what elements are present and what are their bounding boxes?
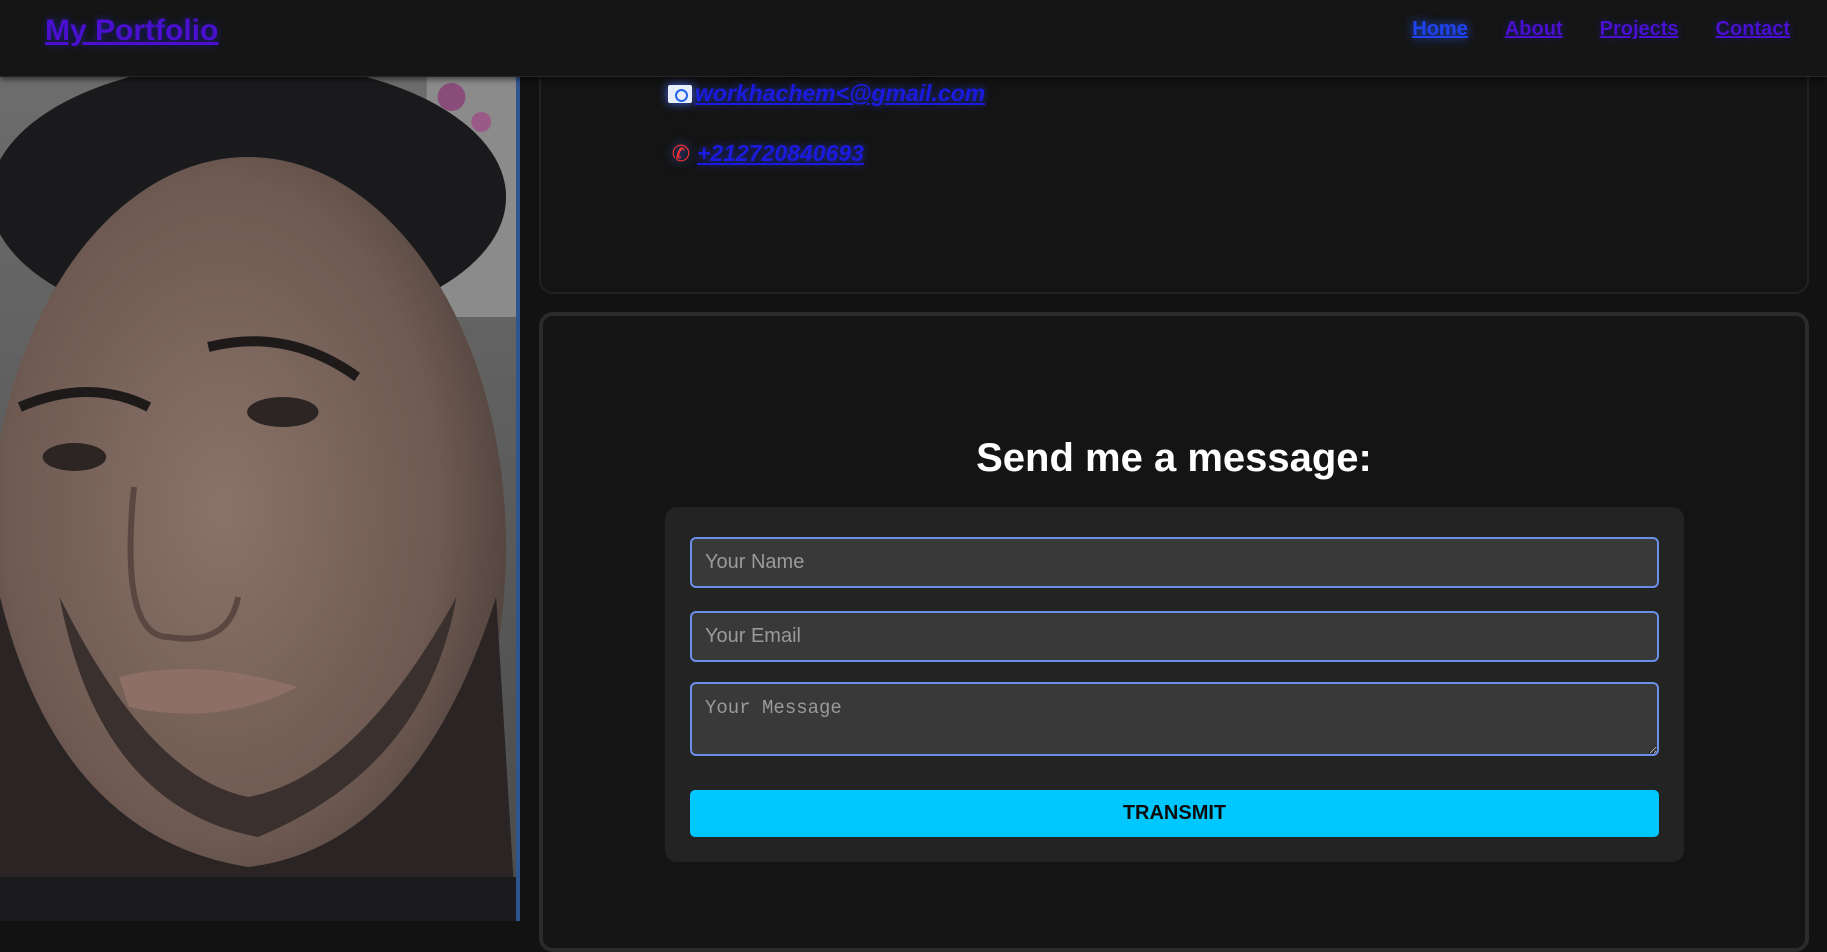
contact-card <box>539 40 1809 294</box>
message-textarea[interactable] <box>690 682 1659 756</box>
navbar: My Portfolio Home About Projects Contact <box>0 0 1827 77</box>
envelope-icon <box>668 84 692 103</box>
nav-links: Home About Projects Contact <box>1412 18 1790 41</box>
logo-link[interactable]: My Portfolio <box>45 14 218 48</box>
profile-photo <box>0 77 516 921</box>
nav-link-home[interactable]: Home <box>1412 18 1468 41</box>
nav-link-about[interactable]: About <box>1505 18 1563 41</box>
phone-icon: ✆ <box>671 140 691 166</box>
phone-contact-row: ✆ +212720840693 <box>668 140 864 167</box>
profile-photo-panel <box>0 77 520 921</box>
nav-link-contact[interactable]: Contact <box>1716 18 1790 41</box>
transmit-button[interactable]: TRANSMIT <box>690 790 1659 837</box>
email-link[interactable]: workhachem<@gmail.com <box>695 80 985 107</box>
nav-link-projects[interactable]: Projects <box>1600 18 1679 41</box>
email-input[interactable] <box>690 611 1659 662</box>
message-form-title: Send me a message: <box>976 436 1372 480</box>
phone-link[interactable]: +212720840693 <box>697 140 864 167</box>
email-contact-row: workhachem<@gmail.com <box>668 80 985 107</box>
name-input[interactable] <box>690 537 1659 588</box>
